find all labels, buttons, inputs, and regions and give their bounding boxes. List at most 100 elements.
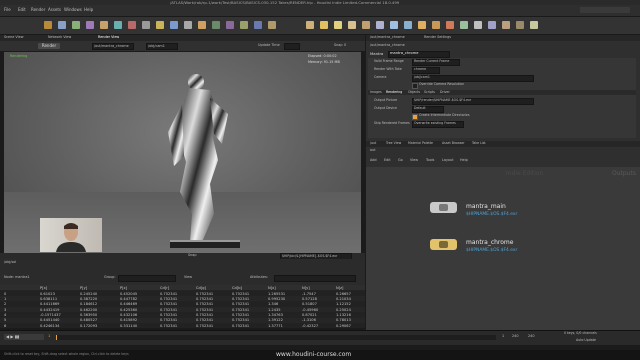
stereo-camera-tool-icon[interactable] — [488, 21, 496, 29]
tab-render-settings[interactable]: Render Settings — [424, 35, 451, 39]
line-tool-icon[interactable] — [128, 21, 136, 29]
path-tool-icon[interactable] — [184, 21, 192, 29]
param-path-bar[interactable]: /out/mantra_chrome — [370, 43, 405, 47]
tab-tree-view[interactable]: Tree View — [386, 141, 401, 145]
sky-light-tool-icon[interactable] — [418, 21, 426, 29]
draw-curve-tool-icon[interactable] — [170, 21, 178, 29]
menu-file[interactable]: File — [4, 8, 11, 12]
environment-light-tool-icon[interactable] — [404, 21, 412, 29]
metaball-tool-icon[interactable] — [254, 21, 262, 29]
table-row[interactable]: 2 0.4411669 0.184612 0.446469 0.752341 0.7523… — [0, 301, 365, 307]
tab-scene-view[interactable]: Scene View — [4, 35, 23, 39]
rop-node-mantra-main[interactable] — [430, 202, 457, 213]
tab-param-path[interactable]: /out/mantra_chrome — [370, 35, 405, 39]
auto-update-toggle[interactable]: Auto Update — [576, 338, 596, 342]
table-row[interactable]: 6 0.4246134 0.172093 0.331140 0.752341 0.7523… — [0, 322, 365, 328]
grid-tool-icon[interactable] — [100, 21, 108, 29]
create-dirs-checkbox[interactable] — [412, 114, 418, 120]
override-resolution-checkbox[interactable] — [412, 83, 418, 89]
tab-driver[interactable]: Driver — [440, 90, 450, 94]
network-path[interactable]: out — [370, 148, 376, 152]
network-editor[interactable]: Indie Edition Outputs mantra_main $HIPNA… — [366, 167, 640, 330]
tube-tool-icon[interactable] — [72, 21, 80, 29]
desktop-selector[interactable] — [580, 7, 630, 13]
range-start[interactable]: 1 — [502, 334, 504, 338]
timeline-slider[interactable] — [56, 335, 496, 340]
file-tool-icon[interactable] — [268, 21, 276, 29]
node-name-field[interactable]: mantra_chrome — [388, 51, 450, 58]
table-row[interactable]: 3 0.4432419 0.462200 0.425360 0.752341 0.7523… — [0, 306, 365, 312]
menu-edit-net[interactable]: Edit — [384, 158, 391, 162]
render-viewport[interactable]: Rendering Elapsed: 0:00:02 Memory: 91.15… — [4, 52, 361, 253]
curve-tool-icon[interactable] — [156, 21, 164, 29]
tab-network-view[interactable]: Network View — [48, 35, 71, 39]
spot-light-tool-icon[interactable] — [334, 21, 342, 29]
tab-material-palette[interactable]: Material Palette — [408, 141, 433, 145]
table-row[interactable]: 5 0.4451440 0.480527 0.415892 0.752341 0.7523… — [0, 317, 365, 323]
range-end-global[interactable]: 240 — [528, 334, 534, 338]
table-row[interactable]: 0 0.61023 0.245240 0.452045 0.752341 0.752341… — [0, 291, 365, 296]
sphere-tool-icon[interactable] — [58, 21, 66, 29]
point-light-tool-icon[interactable] — [320, 21, 328, 29]
render-take-menu[interactable]: chrome — [412, 67, 440, 74]
menu-assets[interactable]: Assets — [48, 8, 61, 12]
group-field[interactable] — [118, 275, 176, 282]
volume-light-tool-icon[interactable] — [376, 21, 384, 29]
tab-take-list[interactable]: Take List — [472, 141, 486, 145]
tab-images[interactable]: Images — [370, 90, 382, 94]
ambient-light-tool-icon[interactable] — [474, 21, 482, 29]
table-row[interactable]: 1 0.638111 0.387220 0.447782 0.752341 0.75234… — [0, 296, 365, 302]
font-tool-icon[interactable] — [212, 21, 220, 29]
torus-tool-icon[interactable] — [86, 21, 94, 29]
tab-rendering[interactable]: Rendering — [386, 90, 402, 94]
camera-field[interactable]: /obj/cam1 — [412, 75, 534, 82]
geometry-light-tool-icon[interactable] — [362, 21, 370, 29]
rop-node-mantra-chrome[interactable] — [430, 239, 457, 250]
menu-edit[interactable]: Edit — [18, 8, 26, 12]
tab-asset-browser[interactable]: Asset Browser — [442, 141, 465, 145]
gamepad-camera-tool-icon[interactable] — [530, 21, 538, 29]
switcher-tool-icon[interactable] — [516, 21, 524, 29]
render-button[interactable]: Render — [38, 43, 60, 49]
camera-tool-icon[interactable] — [306, 21, 314, 29]
spray-paint-tool-icon[interactable] — [198, 21, 206, 29]
tab-objects[interactable]: Objects — [408, 90, 420, 94]
skip-rendered-menu[interactable]: Overwrite existing Frames — [412, 121, 464, 128]
menu-add[interactable]: Add — [370, 158, 377, 162]
output-picture-field[interactable]: $HIP/render/$HIPNAME.$OS.$F4.exr — [412, 98, 534, 105]
rop-select[interactable]: /out/mantra_chrome — [92, 43, 134, 50]
table-row[interactable]: 4 -0.1571437 0.363950 0.432106 0.752341 0.752… — [0, 312, 365, 318]
attributes-field[interactable] — [274, 275, 356, 282]
menu-layout[interactable]: Layout — [442, 158, 454, 162]
menu-help-net[interactable]: Help — [460, 158, 468, 162]
platonic-tool-icon[interactable] — [226, 21, 234, 29]
frame-marker[interactable] — [56, 335, 57, 340]
camera-select[interactable]: /obj/cam1 — [146, 43, 178, 50]
view-label[interactable]: View — [184, 275, 192, 279]
menu-help[interactable]: Help — [84, 8, 93, 12]
output-device-menu[interactable]: Default — [412, 106, 444, 113]
spreadsheet-path[interactable]: /obj/sol — [4, 260, 16, 264]
menu-render[interactable]: Render — [31, 8, 45, 12]
menu-windows[interactable]: Windows — [64, 8, 82, 12]
area-light-tool-icon[interactable] — [348, 21, 356, 29]
spreadsheet-table[interactable]: P[x] P[y] P[z] Cd[r] Cd[g] Cd[b] N[x] N[… — [0, 285, 365, 328]
circle-tool-icon[interactable] — [142, 21, 150, 29]
tab-scripts[interactable]: Scripts — [424, 90, 435, 94]
menu-tools[interactable]: Tools — [426, 158, 434, 162]
vr-camera-tool-icon[interactable] — [502, 21, 510, 29]
distant-light-tool-icon[interactable] — [390, 21, 398, 29]
null-tool-icon[interactable] — [114, 21, 122, 29]
caustic-light-tool-icon[interactable] — [446, 21, 454, 29]
menu-go[interactable]: Go — [398, 158, 403, 162]
update-time-field[interactable] — [284, 43, 300, 50]
gi-light-tool-icon[interactable] — [432, 21, 440, 29]
tab-out[interactable]: /out — [370, 141, 376, 145]
play-icon[interactable]: ◀ ▶ ▮▮ — [6, 335, 19, 339]
valid-frame-range-menu[interactable]: Render Current Frame — [412, 59, 460, 66]
tab-render-view[interactable]: Render View — [98, 35, 119, 39]
playback-controls[interactable]: ◀ ▶ ▮▮ — [4, 334, 44, 340]
box-tool-icon[interactable] — [44, 21, 52, 29]
current-frame[interactable]: 1 — [48, 334, 50, 339]
menu-view[interactable]: View — [410, 158, 418, 162]
